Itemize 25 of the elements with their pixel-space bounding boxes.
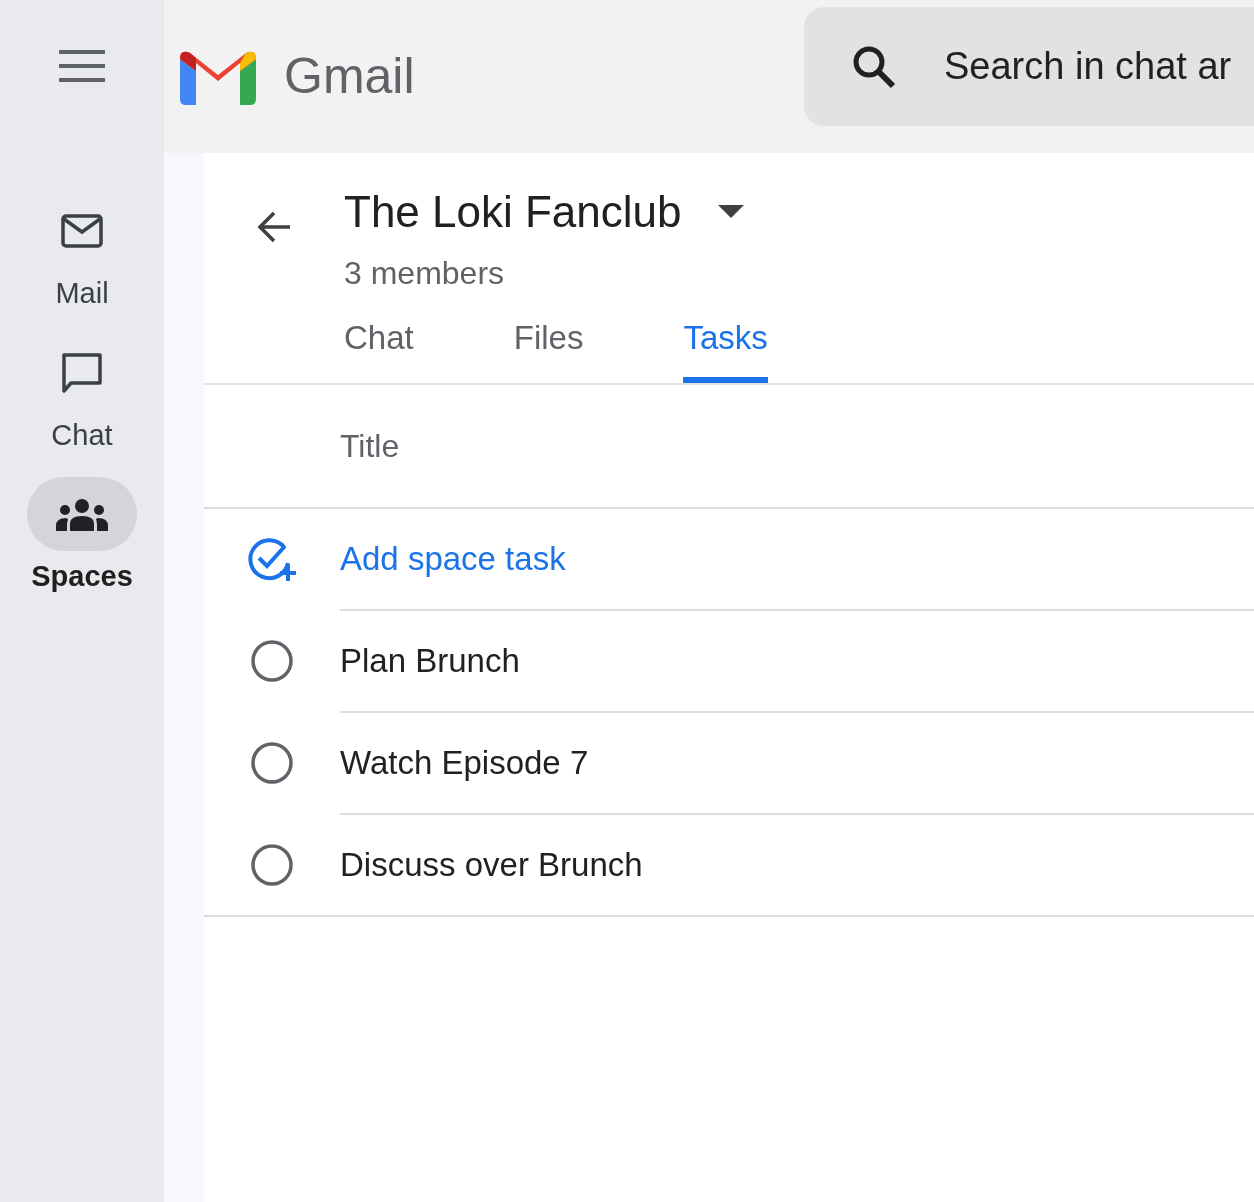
task-title: Watch Episode 7 — [340, 742, 589, 783]
menu-icon[interactable] — [59, 50, 105, 82]
add-task-icon — [248, 536, 296, 581]
add-task-link[interactable]: Add space task — [340, 533, 566, 584]
task-checkbox[interactable] — [250, 842, 294, 887]
rail-item[interactable]: Chat — [27, 335, 137, 457]
search-field[interactable]: Search in chat ar — [804, 7, 1254, 126]
task-title: Discuss over Brunch — [340, 844, 643, 885]
member-count: 3 members — [344, 254, 506, 293]
chat-bubble-icon — [61, 351, 103, 394]
task-checkbox[interactable] — [250, 740, 294, 785]
people-group-icon — [56, 497, 108, 531]
space-title: The Loki Fanclub — [344, 186, 682, 238]
rail-item[interactable]: Mail — [27, 194, 137, 316]
app-name: Gmail — [284, 47, 415, 106]
envelope-icon — [61, 214, 103, 248]
column-header: Title — [340, 426, 400, 466]
back-arrow-icon[interactable] — [256, 209, 292, 245]
search-icon — [852, 44, 896, 89]
task-title: Plan Brunch — [340, 640, 520, 681]
dropdown-caret-icon[interactable] — [717, 205, 744, 219]
tab[interactable]: Tasks — [683, 313, 768, 383]
tab[interactable]: Chat — [344, 313, 414, 383]
task-checkbox[interactable] — [250, 638, 294, 683]
tab[interactable]: Files — [513, 313, 584, 383]
